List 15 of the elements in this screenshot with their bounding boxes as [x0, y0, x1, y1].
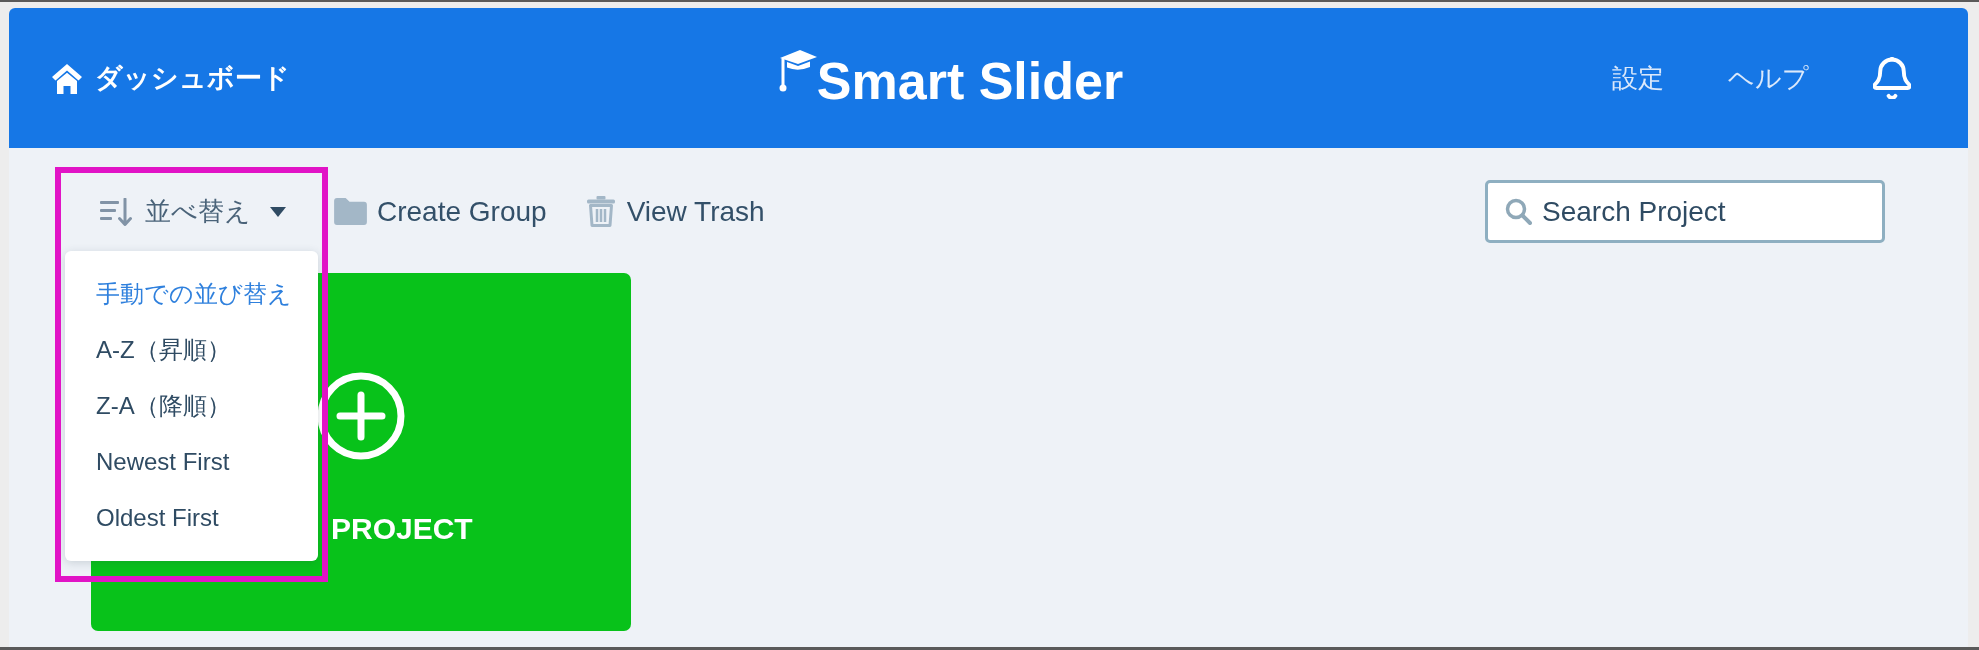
trash-icon [586, 196, 615, 227]
sort-button[interactable]: 並べ替え [91, 180, 296, 243]
notification-bell-icon[interactable] [1873, 57, 1911, 99]
sort-icon [100, 197, 132, 226]
nav-link[interactable]: 設定 [1612, 58, 1664, 98]
search-field[interactable]: Search Project [1485, 180, 1885, 243]
caret-icon [270, 206, 286, 217]
nav-link[interactable]: ヘルプ [1728, 58, 1809, 98]
view-trash-button[interactable]: View Trash [586, 190, 765, 233]
dashboard-link[interactable]: ダッシュボード [51, 57, 290, 99]
logo-wordmark: Smart Slider [816, 51, 1124, 111]
create-group-button[interactable]: Create Group [334, 190, 547, 233]
search-icon [1505, 198, 1532, 225]
folder-icon [334, 198, 367, 225]
home-icon [51, 62, 83, 94]
